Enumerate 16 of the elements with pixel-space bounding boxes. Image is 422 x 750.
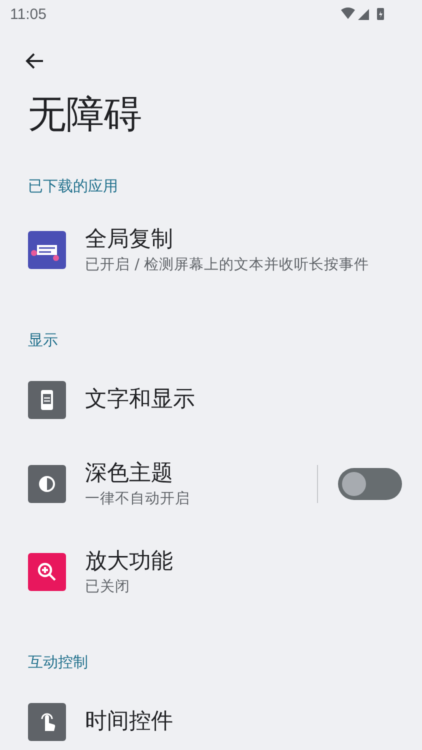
item-summary: 已开启 / 检测屏幕上的文本并收听长按事件 [85, 256, 370, 275]
toggle-switch[interactable] [338, 468, 402, 500]
section-header: 已下载的应用 [27, 176, 119, 197]
item-summary: 一律不自动开启 [85, 490, 191, 509]
item-title[interactable]: 全局复制 [85, 225, 402, 255]
item-summary: 已关闭 [85, 578, 131, 597]
status-time: 11:05 [10, 6, 46, 22]
back-arrow-icon[interactable] [24, 52, 44, 70]
section-header: 显示 [27, 330, 59, 351]
page-title: 无障碍 [28, 91, 143, 138]
item-title[interactable]: 时间控件 [85, 707, 402, 737]
section-header: 互动控制 [27, 652, 89, 673]
status-icons [340, 6, 386, 22]
item-title[interactable]: 放大功能 [85, 547, 402, 577]
item-title[interactable]: 文字和显示 [85, 385, 402, 415]
item-title[interactable]: 深色主题 [85, 459, 317, 489]
